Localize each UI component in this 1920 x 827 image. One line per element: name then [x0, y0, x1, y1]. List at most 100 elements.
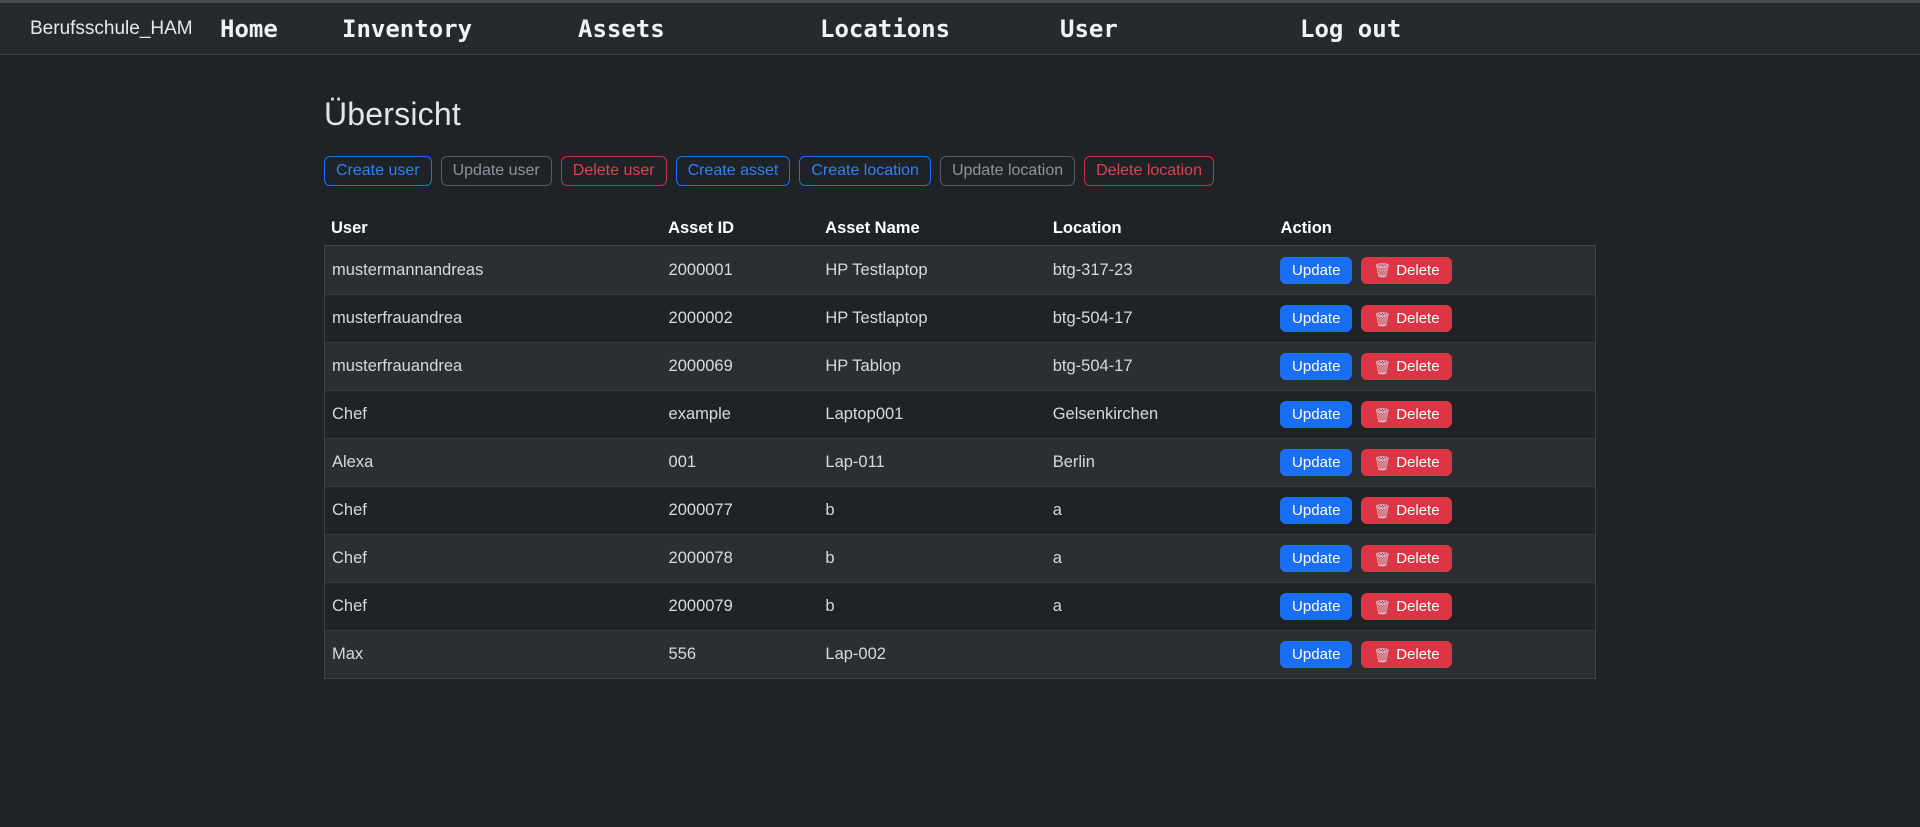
cell-asset-id: 2000001	[662, 261, 819, 280]
cell-action: Update 🗑 Delete	[1273, 449, 1595, 476]
delete-button[interactable]: 🗑 Delete	[1361, 641, 1451, 668]
delete-button[interactable]: 🗑 Delete	[1361, 593, 1451, 620]
cell-asset-id: 2000079	[662, 597, 819, 616]
nav-item-user[interactable]: User	[1060, 15, 1118, 43]
navbar: Berufsschule_HAM Home Inventory Assets Loca…	[0, 3, 1920, 55]
nav-item-assets[interactable]: Assets	[578, 15, 665, 43]
nav-item-log-out[interactable]: Log out	[1300, 15, 1401, 43]
update-button[interactable]: Update	[1280, 401, 1352, 428]
cell-asset-name: Laptop001	[818, 405, 1045, 424]
cell-asset-name: b	[818, 549, 1045, 568]
create-asset-button[interactable]: Create asset	[676, 156, 791, 186]
main-content: Übersicht Create user Update user Delete u…	[324, 55, 1596, 679]
nav-item-home[interactable]: Home	[220, 15, 278, 43]
table-row: Max 556 Lap-002 Update 🗑 Delete	[325, 630, 1595, 678]
table-row: musterfrauandrea 2000002 HP Testlaptop b…	[325, 294, 1595, 342]
delete-button-label: Delete	[1396, 598, 1439, 615]
table-header-row: User Asset ID Asset Name Location Action	[324, 212, 1596, 246]
delete-button[interactable]: 🗑 Delete	[1361, 497, 1451, 524]
update-button[interactable]: Update	[1280, 257, 1352, 284]
update-location-button[interactable]: Update location	[940, 156, 1075, 186]
trash-icon: 🗑	[1373, 360, 1391, 374]
cell-action: Update 🗑 Delete	[1273, 401, 1595, 428]
trash-icon: 🗑	[1373, 552, 1391, 566]
delete-button-label: Delete	[1396, 550, 1439, 567]
trash-icon: 🗑	[1373, 312, 1391, 326]
table-row: Chef example Laptop001 Gelsenkirchen Upd…	[325, 390, 1595, 438]
column-header-user: User	[324, 219, 661, 238]
update-button[interactable]: Update	[1280, 497, 1352, 524]
table-row: musterfrauandrea 2000069 HP Tablop btg-5…	[325, 342, 1595, 390]
trash-icon: 🗑	[1373, 263, 1391, 277]
delete-button-label: Delete	[1396, 358, 1439, 375]
delete-location-button[interactable]: Delete location	[1084, 156, 1214, 186]
nav-item-locations[interactable]: Locations	[820, 15, 950, 43]
toolbar: Create user Update user Delete user Create …	[324, 156, 1596, 186]
cell-asset-id: example	[662, 405, 819, 424]
delete-button[interactable]: 🗑 Delete	[1361, 257, 1451, 284]
cell-user: musterfrauandrea	[325, 309, 662, 328]
cell-location: a	[1046, 501, 1273, 520]
nav-item-inventory[interactable]: Inventory	[342, 15, 472, 43]
update-button[interactable]: Update	[1280, 305, 1352, 332]
cell-asset-id: 001	[662, 453, 819, 472]
column-header-action: Action	[1274, 219, 1596, 238]
cell-location: Gelsenkirchen	[1046, 405, 1273, 424]
cell-asset-id: 2000077	[662, 501, 819, 520]
trash-icon: 🗑	[1373, 408, 1391, 422]
table-row: Chef 2000077 b a Update 🗑 Delete	[325, 486, 1595, 534]
cell-action: Update 🗑 Delete	[1273, 305, 1595, 332]
table-body: mustermannandreas 2000001 HP Testlaptop …	[324, 246, 1596, 679]
page-title: Übersicht	[324, 55, 1596, 133]
cell-asset-name: HP Testlaptop	[818, 261, 1045, 280]
cell-location: a	[1046, 549, 1273, 568]
delete-button[interactable]: 🗑 Delete	[1361, 353, 1451, 380]
cell-user: Chef	[325, 549, 662, 568]
delete-button[interactable]: 🗑 Delete	[1361, 449, 1451, 476]
cell-location: a	[1046, 597, 1273, 616]
cell-location: btg-504-17	[1046, 309, 1273, 328]
column-header-location: Location	[1046, 219, 1274, 238]
trash-icon: 🗑	[1373, 648, 1391, 662]
cell-asset-name: b	[818, 501, 1045, 520]
cell-action: Update 🗑 Delete	[1273, 593, 1595, 620]
delete-button-label: Delete	[1396, 646, 1439, 663]
delete-button-label: Delete	[1396, 262, 1439, 279]
delete-button-label: Delete	[1396, 502, 1439, 519]
cell-action: Update 🗑 Delete	[1273, 641, 1595, 668]
assets-table: User Asset ID Asset Name Location Action…	[324, 212, 1596, 679]
trash-icon: 🗑	[1373, 456, 1391, 470]
table-row: mustermannandreas 2000001 HP Testlaptop …	[325, 246, 1595, 294]
cell-action: Update 🗑 Delete	[1273, 545, 1595, 572]
cell-asset-name: b	[818, 597, 1045, 616]
cell-user: mustermannandreas	[325, 261, 662, 280]
update-button[interactable]: Update	[1280, 545, 1352, 572]
trash-icon: 🗑	[1373, 504, 1391, 518]
update-button[interactable]: Update	[1280, 641, 1352, 668]
update-button[interactable]: Update	[1280, 449, 1352, 476]
cell-action: Update 🗑 Delete	[1273, 353, 1595, 380]
cell-user: Chef	[325, 501, 662, 520]
table-row: Alexa 001 Lap-011 Berlin Update 🗑 Delete	[325, 438, 1595, 486]
column-header-asset-name: Asset Name	[818, 219, 1046, 238]
delete-button[interactable]: 🗑 Delete	[1361, 401, 1451, 428]
cell-user: Chef	[325, 597, 662, 616]
column-header-asset-id: Asset ID	[661, 219, 818, 238]
create-location-button[interactable]: Create location	[799, 156, 931, 186]
cell-asset-name: Lap-011	[818, 453, 1045, 472]
table-row: Chef 2000078 b a Update 🗑 Delete	[325, 534, 1595, 582]
cell-asset-id: 556	[662, 645, 819, 664]
navbar-brand[interactable]: Berufsschule_HAM	[30, 18, 193, 40]
cell-user: Max	[325, 645, 662, 664]
delete-button[interactable]: 🗑 Delete	[1361, 305, 1451, 332]
update-button[interactable]: Update	[1280, 353, 1352, 380]
delete-button[interactable]: 🗑 Delete	[1361, 545, 1451, 572]
cell-action: Update 🗑 Delete	[1273, 257, 1595, 284]
create-user-button[interactable]: Create user	[324, 156, 432, 186]
cell-asset-id: 2000002	[662, 309, 819, 328]
cell-asset-id: 2000069	[662, 357, 819, 376]
update-button[interactable]: Update	[1280, 593, 1352, 620]
update-user-button[interactable]: Update user	[441, 156, 552, 186]
cell-action: Update 🗑 Delete	[1273, 497, 1595, 524]
delete-user-button[interactable]: Delete user	[561, 156, 667, 186]
